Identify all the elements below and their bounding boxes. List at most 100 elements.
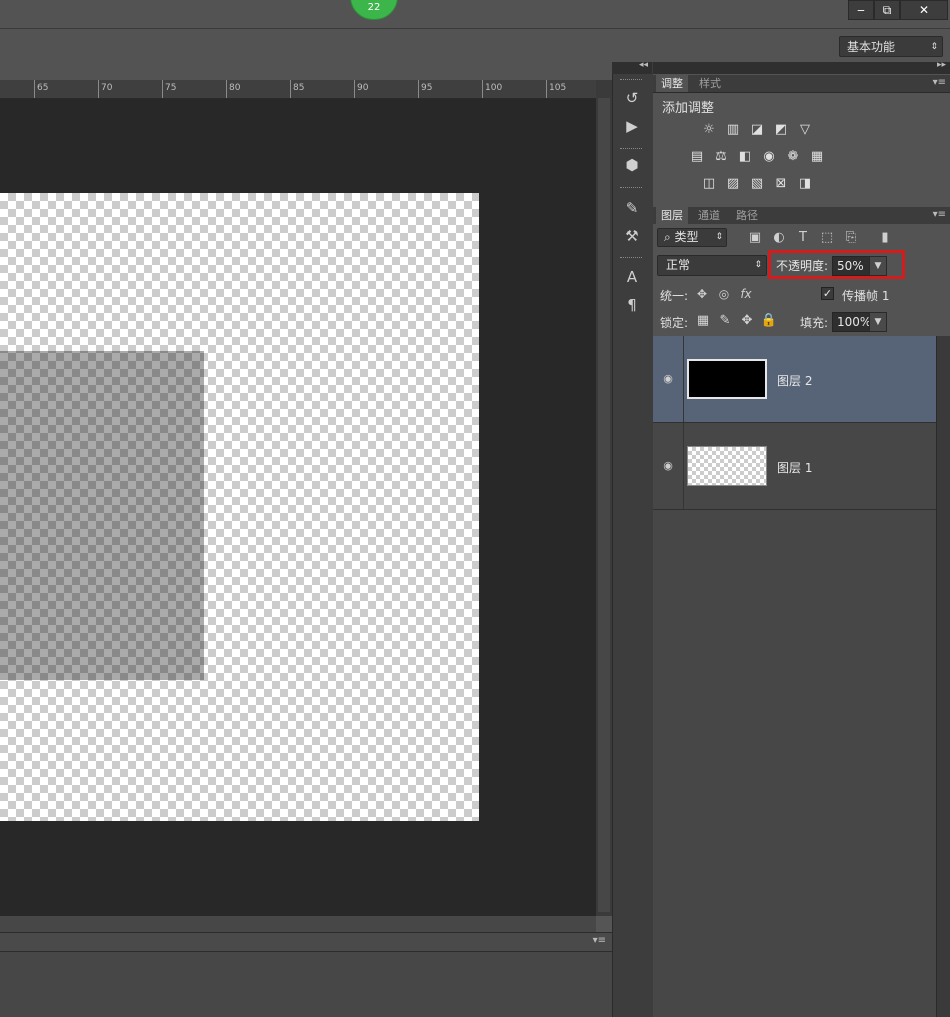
gradient-map-icon[interactable]: ⊠	[772, 177, 790, 191]
updown-arrow-icon: ⇕	[715, 232, 723, 242]
ruler-label: 65	[37, 83, 49, 93]
layer-thumbnail	[687, 359, 767, 399]
shape-filter-icon[interactable]: ⬚	[819, 230, 835, 246]
updown-arrow-icon: ⇕	[754, 260, 762, 270]
lock-pixels-brush-icon[interactable]: ✎	[716, 313, 734, 329]
add-adjustment-title: 添加调整	[662, 101, 715, 116]
opacity-input[interactable]: 50%	[832, 256, 870, 276]
ruler-label: 75	[165, 83, 177, 93]
adjustment-filter-icon[interactable]: ◐	[771, 230, 787, 246]
dock-grip[interactable]	[620, 187, 642, 191]
eye-icon[interactable]: ◉	[661, 460, 675, 472]
visibility-cell[interactable]: ◉	[653, 423, 684, 509]
ruler-label: 80	[229, 83, 241, 93]
layer-list-scrollbar[interactable]	[936, 336, 950, 1017]
layer-filter-select[interactable]: ⌕ 类型 ⇕	[657, 228, 727, 247]
expand-icon[interactable]: ▸▸	[937, 60, 946, 70]
tab-channels[interactable]: 通道	[693, 207, 725, 224]
fill-label: 填充:	[800, 316, 829, 330]
3d-icon[interactable]: ⬢	[620, 154, 644, 176]
tool-presets-icon[interactable]: ⚒	[620, 225, 644, 247]
filter-type-label: ⌕ 类型	[664, 230, 699, 244]
panel-menu-icon[interactable]: ▾≡	[933, 209, 946, 220]
bottom-panel-header: ▾≡	[0, 932, 612, 952]
dock-grip[interactable]	[620, 79, 642, 83]
tab-adjustments[interactable]: 调整	[656, 75, 688, 92]
opacity-dropdown-button[interactable]: ▼	[869, 256, 887, 276]
fill-dropdown-button[interactable]: ▼	[869, 312, 887, 332]
visibility-cell[interactable]: ◉	[653, 336, 684, 422]
minimize-button[interactable]: ‒	[848, 0, 874, 20]
photo-filter-icon[interactable]: ◉	[760, 150, 778, 164]
layer-row-1[interactable]: ◉ 图层 1	[653, 423, 936, 510]
pixel-filter-icon[interactable]: ▣	[747, 230, 763, 246]
scroll-corner	[596, 916, 612, 932]
filter-toggle-icon[interactable]: ▮	[877, 230, 893, 246]
restore-button[interactable]: ⧉	[874, 0, 900, 20]
layer-row-2[interactable]: ◉ 图层 2	[653, 336, 936, 423]
tab-styles[interactable]: 样式	[694, 75, 726, 92]
actions-play-icon[interactable]: ▶	[620, 115, 644, 137]
dock-collapse-bar[interactable]: ◂◂	[612, 60, 652, 74]
options-bar	[0, 29, 950, 63]
vibrance-icon[interactable]: ▽	[796, 123, 814, 137]
selective-color-icon[interactable]: ◨	[796, 177, 814, 191]
updown-arrow-icon: ⇕	[930, 42, 938, 52]
panel-menu-icon[interactable]: ▾≡	[593, 935, 606, 946]
fill-input[interactable]: 100%	[832, 312, 871, 332]
workspace-label: 基本功能	[847, 40, 896, 54]
ruler-label: 90	[357, 83, 369, 93]
vertical-scroll-thumb[interactable]	[598, 98, 610, 912]
unify-style-icon[interactable]: fx	[737, 286, 755, 302]
threshold-icon[interactable]: ▧	[748, 177, 766, 191]
horizontal-ruler[interactable]: 65 70 75 80 85 90 95 100 105	[0, 80, 596, 99]
layer-name[interactable]: 图层 2	[777, 372, 812, 389]
ruler-label: 85	[293, 83, 305, 93]
workspace-switcher[interactable]: 基本功能 ⇕	[839, 36, 943, 57]
checkmark-icon: ✓	[822, 287, 833, 300]
history-icon[interactable]: ↺	[620, 87, 644, 109]
lock-label: 锁定:	[660, 316, 689, 330]
color-lookup-icon[interactable]: ▦	[808, 150, 826, 164]
channel-mixer-icon[interactable]: ❁	[784, 150, 802, 164]
blend-mode-value: 正常	[666, 258, 691, 272]
ruler-label: 100	[485, 83, 503, 93]
hue-saturation-icon[interactable]: ▤	[688, 150, 706, 164]
panel-menu-icon[interactable]: ▾≡	[933, 77, 946, 88]
tab-paths[interactable]: 路径	[731, 207, 763, 224]
brightness-icon[interactable]: ☼	[700, 123, 718, 137]
dock-grip[interactable]	[620, 257, 642, 261]
close-button[interactable]: ✕	[900, 0, 948, 20]
panel-collapse-bar[interactable]: ▸▸	[653, 60, 950, 74]
levels-icon[interactable]: ▥	[724, 123, 742, 137]
lock-transparency-icon[interactable]: ▦	[694, 313, 712, 329]
dock-grip[interactable]	[620, 148, 642, 152]
brush-presets-icon[interactable]: ✎	[620, 197, 644, 219]
lock-all-icon[interactable]: 🔒	[760, 313, 778, 329]
tab-layers[interactable]: 图层	[656, 207, 688, 224]
semi-transparent-layer-content	[0, 351, 204, 680]
unify-visibility-icon[interactable]: ◎	[715, 286, 733, 302]
opacity-label: 不透明度:	[776, 259, 829, 273]
smart-object-filter-icon[interactable]: ⎘	[843, 230, 859, 246]
chevron-down-icon: ▼	[874, 317, 882, 327]
propagate-frame-label: 传播帧 1	[842, 289, 890, 303]
blend-mode-select[interactable]: 正常 ⇕	[657, 255, 767, 276]
type-filter-icon[interactable]: T	[795, 230, 811, 246]
lock-position-icon[interactable]: ✥	[738, 313, 756, 329]
horizontal-scrollbar[interactable]	[0, 916, 596, 932]
eye-icon[interactable]: ◉	[661, 373, 675, 385]
black-white-icon[interactable]: ◧	[736, 150, 754, 164]
propagate-frame-checkbox[interactable]: ✓	[821, 287, 834, 300]
curves-icon[interactable]: ◪	[748, 123, 766, 137]
paragraph-icon[interactable]: ¶	[620, 294, 644, 316]
unify-position-icon[interactable]: ✥	[693, 286, 711, 302]
layer-name[interactable]: 图层 1	[777, 459, 812, 476]
character-icon[interactable]: A	[620, 266, 644, 288]
posterize-icon[interactable]: ▨	[724, 177, 742, 191]
collapse-icon[interactable]: ◂◂	[639, 60, 648, 70]
exposure-icon[interactable]: ◩	[772, 123, 790, 137]
bottom-panel	[0, 952, 612, 1017]
invert-icon[interactable]: ◫	[700, 177, 718, 191]
color-balance-icon[interactable]: ⚖	[712, 150, 730, 164]
